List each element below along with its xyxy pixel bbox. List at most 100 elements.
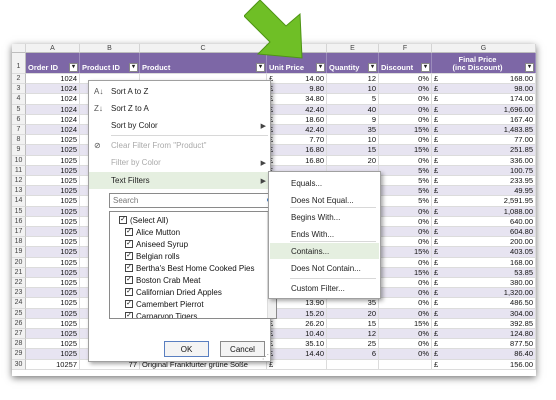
order-id-cell[interactable]: 1025 [26, 155, 80, 165]
final-price-cell[interactable]: £251.85 [432, 145, 536, 155]
discount-cell[interactable]: 5% [379, 196, 432, 206]
discount-cell[interactable]: 0% [379, 278, 432, 288]
row-header[interactable]: 21 [12, 267, 26, 278]
unit-price-cell[interactable]: £42.40 [267, 125, 327, 135]
row-header[interactable]: 29 [12, 349, 26, 360]
column-header-e[interactable]: E [327, 44, 379, 53]
discount-cell[interactable]: 0% [379, 227, 432, 237]
row-header[interactable]: 11 [12, 165, 26, 176]
discount-cell[interactable]: 0% [379, 308, 432, 318]
filter-value-item[interactable]: ✓ (Select All) [119, 214, 168, 226]
sort-z-to-a-item[interactable]: Z↓ Sort Z to A [89, 100, 270, 117]
checkbox-checked-icon[interactable]: ✓ [125, 288, 133, 296]
order-id-cell[interactable]: 1025 [26, 186, 80, 196]
quantity-cell[interactable]: 12 [327, 74, 379, 84]
order-id-cell[interactable]: 1025 [26, 329, 80, 339]
quantity-cell[interactable]: 12 [327, 329, 379, 339]
discount-cell[interactable]: 0% [379, 114, 432, 124]
row-header[interactable]: 15 [12, 206, 26, 217]
discount-cell[interactable]: 0% [379, 257, 432, 267]
discount-cell[interactable]: 0% [379, 237, 432, 247]
row-header[interactable]: 30 [12, 359, 26, 370]
quantity-cell[interactable]: 15 [327, 318, 379, 328]
column-header-b[interactable]: B [80, 44, 140, 53]
unit-price-cell[interactable]: £35.10 [267, 339, 327, 349]
discount-cell[interactable]: 0% [379, 135, 432, 145]
discount-cell[interactable]: 0% [379, 288, 432, 298]
filter-dropdown-button[interactable]: ▾ [368, 63, 377, 72]
final-price-cell[interactable]: £486.50 [432, 298, 536, 308]
order-id-cell[interactable]: 1024 [26, 74, 80, 84]
discount-cell[interactable]: 15% [379, 318, 432, 328]
row-header[interactable]: 19 [12, 247, 26, 258]
row-header[interactable]: 2 [12, 74, 26, 85]
text-filter-option[interactable]: Equals... [270, 175, 379, 191]
quantity-cell[interactable]: 10 [327, 84, 379, 94]
order-id-cell[interactable]: 10257 [26, 359, 80, 369]
filter-values-list[interactable]: ✓ Carnarvon Tigers ✓ Camembert Pierrot ✓ Cali… [109, 211, 277, 319]
row-header[interactable]: 24 [12, 298, 26, 309]
discount-cell[interactable]: 0% [379, 155, 432, 165]
unit-price-cell[interactable]: £34.80 [267, 94, 327, 104]
filter-dropdown-button[interactable]: ▾ [129, 63, 138, 72]
discount-cell[interactable]: 0% [379, 349, 432, 359]
order-id-cell[interactable]: 1025 [26, 339, 80, 349]
ok-button[interactable]: OK [164, 341, 209, 357]
order-id-cell[interactable]: 1025 [26, 216, 80, 226]
order-id-cell[interactable]: 1024 [26, 125, 80, 135]
row-header[interactable]: 23 [12, 288, 26, 299]
text-filter-option[interactable]: Custom Filter... [270, 280, 379, 296]
order-id-cell[interactable]: 1025 [26, 298, 80, 308]
final-price-cell[interactable]: £1,483.85 [432, 125, 536, 135]
discount-cell[interactable]: 0% [379, 206, 432, 216]
order-id-cell[interactable]: 1025 [26, 165, 80, 175]
order-id-cell[interactable]: 1025 [26, 247, 80, 257]
final-price-cell[interactable]: £1,320.00 [432, 288, 536, 298]
row-header[interactable]: 6 [12, 114, 26, 125]
row-header[interactable]: 27 [12, 329, 26, 340]
order-id-cell[interactable]: 1025 [26, 227, 80, 237]
row-header[interactable]: 1 [12, 53, 26, 74]
row-header[interactable]: 8 [12, 135, 26, 146]
discount-cell[interactable]: 0% [379, 94, 432, 104]
row-header[interactable]: 13 [12, 186, 26, 197]
final-price-cell[interactable]: £100.75 [432, 165, 536, 175]
checkbox-checked-icon[interactable]: ✓ [119, 216, 127, 224]
row-header[interactable]: 7 [12, 125, 26, 136]
unit-price-cell[interactable]: £14.00 [267, 74, 327, 84]
quantity-cell[interactable]: 10 [327, 135, 379, 145]
row-header[interactable]: 10 [12, 155, 26, 166]
row-header[interactable]: 20 [12, 257, 26, 268]
final-price-cell[interactable]: £392.85 [432, 318, 536, 328]
order-id-cell[interactable]: 1025 [26, 267, 80, 277]
filter-value-item[interactable]: ✓ Bertha's Best Home Cooked Pies [125, 262, 254, 274]
quantity-cell[interactable]: 5 [327, 94, 379, 104]
order-id-cell[interactable]: 1025 [26, 288, 80, 298]
final-price-cell[interactable]: £1,088.00 [432, 206, 536, 216]
text-filter-option[interactable]: Begins With... [270, 209, 379, 225]
filter-value-item[interactable]: ✓ Camembert Pierrot [125, 298, 204, 310]
quantity-cell[interactable]: 20 [327, 308, 379, 318]
discount-cell[interactable]: 15% [379, 125, 432, 135]
discount-cell[interactable]: 5% [379, 176, 432, 186]
text-filters-item[interactable]: Text Filters ▶ [89, 172, 270, 189]
final-price-cell[interactable]: £336.00 [432, 155, 536, 165]
order-id-cell[interactable]: 1025 [26, 349, 80, 359]
discount-cell[interactable] [379, 359, 432, 369]
row-header[interactable]: 9 [12, 145, 26, 156]
discount-cell[interactable]: 15% [379, 267, 432, 277]
row-header[interactable]: 3 [12, 84, 26, 95]
filter-dropdown-button[interactable]: ▾ [421, 63, 430, 72]
quantity-cell[interactable]: 40 [327, 104, 379, 114]
row-header[interactable]: 16 [12, 216, 26, 227]
order-id-cell[interactable]: 1024 [26, 84, 80, 94]
final-price-cell[interactable]: £156.00 [432, 359, 536, 369]
unit-price-cell[interactable]: £16.80 [267, 145, 327, 155]
final-price-cell[interactable]: £77.00 [432, 135, 536, 145]
final-price-cell[interactable]: £877.50 [432, 339, 536, 349]
quantity-cell[interactable]: 6 [327, 349, 379, 359]
text-filter-option[interactable]: Does Not Equal... [270, 192, 379, 208]
discount-cell[interactable]: 5% [379, 186, 432, 196]
filter-search-input[interactable]: Search ⚲ [109, 193, 277, 208]
final-price-cell[interactable]: £53.85 [432, 267, 536, 277]
